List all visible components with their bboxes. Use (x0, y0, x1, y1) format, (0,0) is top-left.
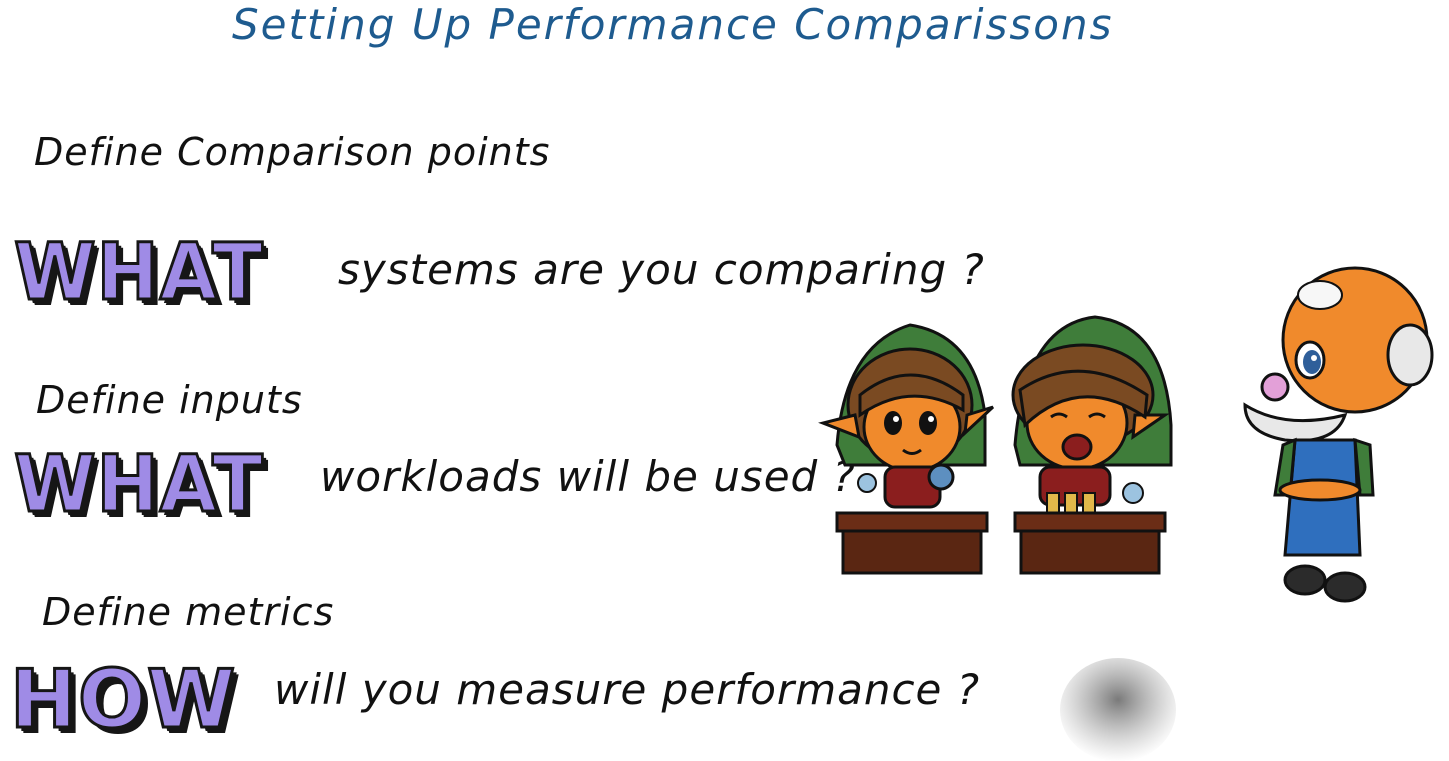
keyword-what-systems: WHAT (13, 228, 265, 318)
elf-worker-right (1011, 315, 1173, 575)
old-man-character (1243, 266, 1434, 603)
slide-title: Setting Up Performance Comparissons (232, 0, 1114, 49)
section-label-inputs: Define inputs (36, 378, 303, 422)
elf-worker-left (818, 323, 995, 575)
question-workloads: workloads will be used ? (320, 452, 856, 501)
question-measure: will you measure performance ? (274, 665, 981, 714)
section-label-comparison-points: Define Comparison points (34, 130, 551, 174)
elf-workers-illustration (818, 266, 1434, 603)
section-label-metrics: Define metrics (42, 590, 335, 634)
keyword-what-workloads: WHAT (13, 440, 265, 530)
keyword-how-measure: HOW (8, 653, 237, 746)
hand-shadow-icon (1060, 658, 1176, 761)
